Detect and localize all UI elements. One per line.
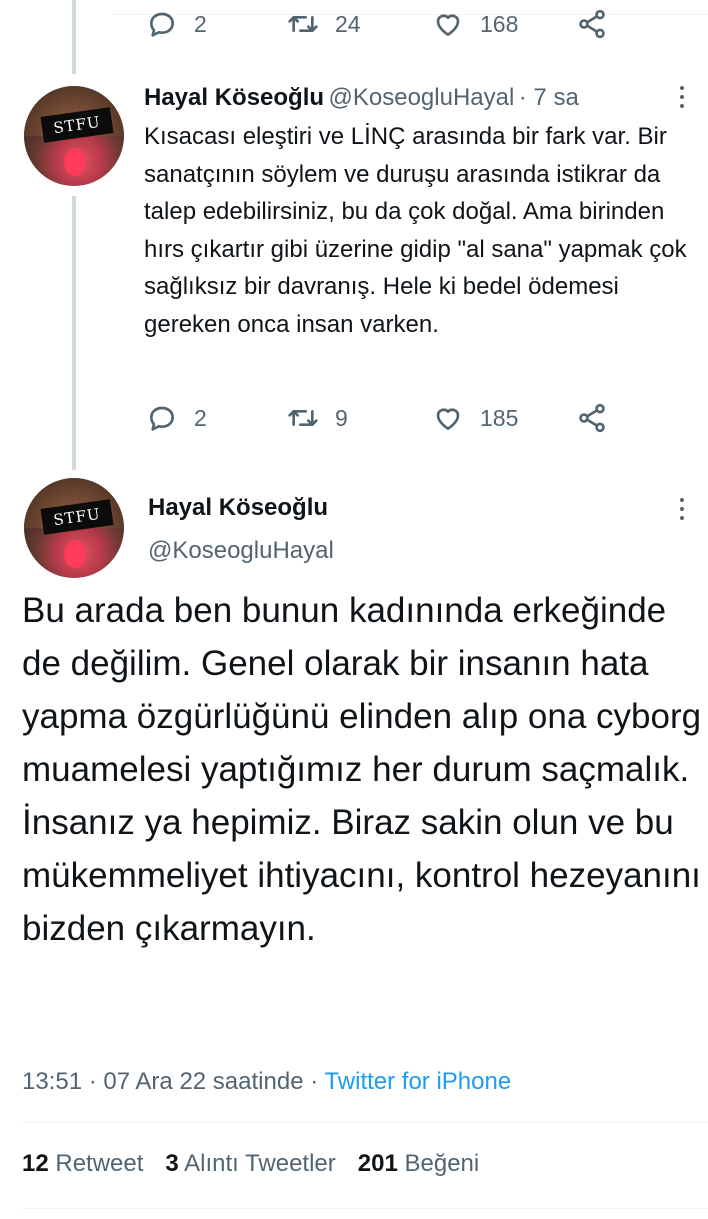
quotes-stat[interactable]: 3 Alıntı Tweetler: [165, 1150, 335, 1178]
reply-count: 2: [194, 10, 207, 37]
like-icon: [436, 14, 460, 36]
tweet-source-link[interactable]: Twitter for iPhone: [324, 1068, 511, 1095]
reply-icon: [150, 406, 174, 431]
avatar[interactable]: STFU: [24, 478, 124, 578]
retweet-count: 9: [335, 404, 348, 431]
tweet-text: Bu arada ben bunun kadınında erkeğinde d…: [22, 591, 702, 948]
reply-button[interactable]: 2: [146, 402, 207, 434]
tweet-header: Hayal Köseoğlu @KoseogluHayal · 7 sa: [144, 84, 579, 112]
retweet-button[interactable]: 24: [287, 8, 361, 40]
tweet-time[interactable]: · 7 sa: [519, 84, 579, 111]
likes-stat[interactable]: 201 Beğeni: [358, 1150, 479, 1178]
like-count: 168: [480, 10, 519, 37]
stats-divider: [22, 1208, 708, 1209]
retweet-icon: [288, 410, 318, 426]
thread-line-top: [72, 0, 76, 74]
share-button[interactable]: [576, 402, 608, 434]
reply-button[interactable]: 2: [146, 8, 207, 40]
retweet-button[interactable]: 9: [287, 402, 348, 434]
share-icon: [579, 403, 605, 433]
retweet-icon: [288, 15, 318, 32]
share-icon: [579, 9, 605, 39]
avatar[interactable]: STFU: [24, 86, 124, 186]
retweets-stat[interactable]: 12 Retweet: [22, 1150, 143, 1178]
like-icon: [436, 408, 460, 430]
tweet-timestamp[interactable]: 13:51 · 07 Ara 22 saatinde ·: [22, 1068, 318, 1095]
display-name[interactable]: Hayal Köseoğlu: [148, 494, 328, 522]
meta-divider: [22, 1122, 708, 1123]
user-handle[interactable]: @KoseogluHayal: [148, 537, 334, 565]
share-button[interactable]: [576, 8, 608, 40]
tweet-meta: 13:51 · 07 Ara 22 saatinde · Twitter for…: [22, 1068, 511, 1096]
like-button[interactable]: 168: [432, 8, 518, 40]
user-handle[interactable]: @KoseogluHayal: [329, 84, 515, 111]
thread-line-middle: [72, 196, 76, 470]
tweet-stats: 12 Retweet 3 Alıntı Tweetler 201 Beğeni: [22, 1150, 479, 1178]
retweet-count: 24: [335, 10, 361, 37]
more-icon[interactable]: [680, 498, 684, 520]
reply-icon: [150, 12, 174, 37]
display-name[interactable]: Hayal Köseoğlu: [144, 84, 324, 111]
more-icon[interactable]: [680, 86, 684, 108]
like-button[interactable]: 185: [432, 402, 518, 434]
like-count: 185: [480, 404, 519, 431]
tweet-text: Kısacası eleştiri ve LİNÇ arasında bir f…: [144, 123, 687, 338]
reply-count: 2: [194, 404, 207, 431]
